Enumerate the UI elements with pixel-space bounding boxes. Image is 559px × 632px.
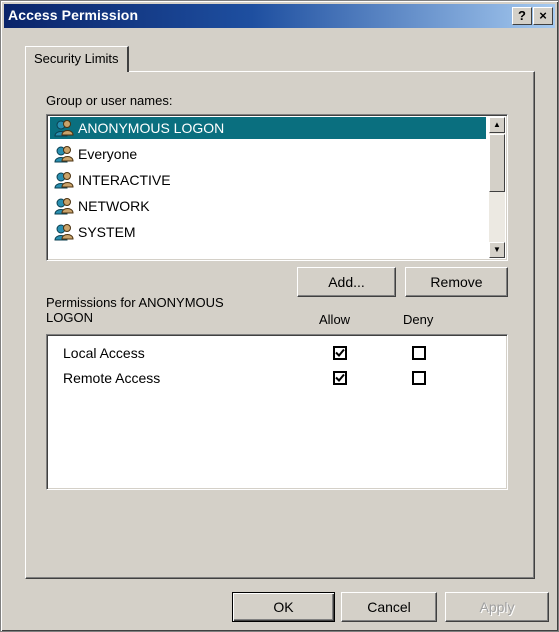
- close-button[interactable]: ×: [533, 7, 553, 25]
- local-access-deny-checkbox[interactable]: [412, 346, 426, 360]
- user-group-icon: [54, 197, 74, 215]
- list-item-label: Everyone: [78, 146, 138, 162]
- permissions-header-line1: Permissions for ANONYMOUS: [46, 295, 224, 310]
- apply-button[interactable]: Apply: [445, 592, 549, 622]
- list-item-network[interactable]: NETWORK: [53, 195, 150, 217]
- users-listbox[interactable]: ANONYMOUS LOGON Everyone INTERACTIVE NET…: [46, 114, 508, 261]
- permission-row-remote-access: Remote Access: [63, 370, 161, 386]
- list-item-label: SYSTEM: [78, 224, 136, 240]
- scroll-up-icon[interactable]: ▲: [489, 117, 505, 133]
- user-group-icon: [54, 145, 74, 163]
- list-item-label: NETWORK: [78, 198, 150, 214]
- permissions-header-line2: LOGON: [46, 310, 93, 325]
- deny-column-header: Deny: [403, 312, 434, 327]
- user-group-icon: [54, 171, 74, 189]
- add-button[interactable]: Add...: [297, 267, 396, 297]
- scroll-down-icon[interactable]: ▼: [489, 242, 505, 258]
- list-item-interactive[interactable]: INTERACTIVE: [53, 169, 171, 191]
- permissions-listbox: Local Access Remote Access: [46, 334, 508, 490]
- user-group-icon: [54, 119, 74, 137]
- list-item-label: ANONYMOUS LOGON: [78, 120, 225, 136]
- local-access-allow-checkbox[interactable]: [333, 346, 347, 360]
- checkmark-icon: [335, 348, 345, 357]
- tab-security-limits[interactable]: Security Limits: [25, 46, 129, 72]
- cancel-button[interactable]: Cancel: [341, 592, 437, 622]
- ok-button[interactable]: OK: [232, 592, 335, 622]
- allow-column-header: Allow: [319, 312, 351, 327]
- user-group-icon: [54, 223, 74, 241]
- help-button[interactable]: ?: [512, 7, 532, 25]
- users-label: Group or user names:: [46, 93, 173, 108]
- dialog-window: Access Permission ? × Security Limits Gr…: [0, 0, 559, 632]
- list-item-label: INTERACTIVE: [78, 172, 171, 188]
- title-bar[interactable]: Access Permission ? ×: [4, 4, 555, 28]
- scroll-thumb[interactable]: [489, 134, 505, 192]
- list-item-anonymous-logon[interactable]: ANONYMOUS LOGON: [50, 117, 486, 139]
- list-item-everyone[interactable]: Everyone: [53, 143, 137, 165]
- remove-button[interactable]: Remove: [405, 267, 508, 297]
- window-title: Access Permission: [8, 7, 139, 23]
- users-scrollbar[interactable]: ▲ ▼: [489, 117, 505, 258]
- checkmark-icon: [335, 373, 345, 382]
- permission-row-local-access: Local Access: [63, 345, 145, 361]
- list-item-system[interactable]: SYSTEM: [53, 221, 136, 243]
- remote-access-deny-checkbox[interactable]: [412, 371, 426, 385]
- remote-access-allow-checkbox[interactable]: [333, 371, 347, 385]
